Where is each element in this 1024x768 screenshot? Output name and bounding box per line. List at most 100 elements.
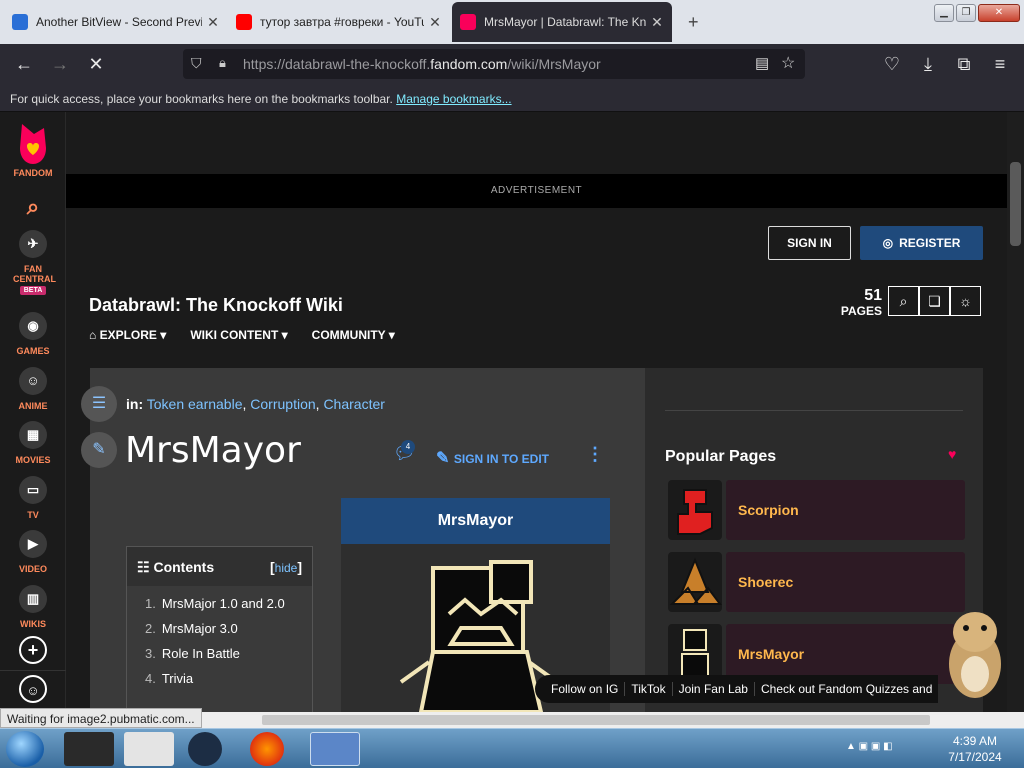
close-tab-icon[interactable]: ✕ — [206, 14, 220, 31]
menu-icon[interactable]: ≡ — [988, 52, 1012, 76]
stop-loading-button[interactable]: ✕ — [84, 52, 108, 76]
user-circle-icon: ◎ — [882, 236, 894, 250]
vertical-scrollbar[interactable] — [1007, 112, 1024, 712]
media-player-icon[interactable] — [124, 732, 174, 766]
category-link[interactable]: Corruption — [250, 396, 315, 412]
back-button[interactable]: ← — [12, 52, 36, 76]
wiki-content-menu[interactable]: WIKI CONTENT ▾ — [190, 328, 287, 342]
toc-hide-toggle[interactable]: [hide] — [270, 559, 302, 576]
play-icon: ▶ — [19, 530, 47, 558]
sidebar-item-label: FAN CENTRAL — [13, 264, 56, 284]
anime-face-icon: ☺ — [19, 367, 47, 395]
advertisement-banner: ADVERTISEMENT — [66, 174, 1007, 208]
maximize-button[interactable]: ❐ — [956, 4, 976, 22]
system-clock[interactable]: 4:39 AM 7/17/2024 — [940, 733, 1010, 765]
downloads-icon[interactable]: ⤓ — [916, 52, 940, 76]
fandom-home-link[interactable]: FANDOM — [0, 122, 66, 178]
lock-icon[interactable]: 🔒︎ — [219, 55, 226, 71]
scrollbar-thumb[interactable] — [262, 715, 930, 725]
close-window-button[interactable]: ✕ — [978, 4, 1020, 22]
toc-item[interactable]: 1. MrsMajor 1.0 and 2.0 — [145, 596, 312, 611]
comments-button[interactable]: 💬︎ 4 — [393, 440, 416, 464]
hide-link[interactable]: hide — [275, 561, 298, 575]
sidebar-item-fan-central[interactable]: ✈ FAN CENTRAL BETA — [0, 230, 66, 295]
tiktok-link[interactable]: TikTok — [625, 682, 673, 696]
pocket-icon[interactable]: ♡ — [880, 52, 904, 76]
taskbar-app-icon[interactable] — [64, 732, 114, 766]
theme-toggle-icon[interactable]: ☼ — [950, 286, 981, 316]
taskbar-app-icon[interactable] — [310, 732, 360, 766]
toc-item[interactable]: 2. MrsMajor 3.0 — [145, 621, 312, 636]
sidebar-item-games[interactable]: ◉ GAMES — [0, 312, 66, 356]
tab-strip: Another BitView - Second Previ ✕ тутор з… — [0, 0, 1024, 44]
comment-count-badge: 4 — [401, 440, 415, 454]
fandom-favicon-icon — [460, 14, 476, 30]
shield-icon[interactable]: ⛉ — [191, 55, 202, 72]
url-text[interactable]: https://databrawl-the-knockoff.fandom.co… — [243, 56, 601, 72]
create-wiki-button[interactable]: + — [0, 636, 66, 670]
sidebar-item-label: TV — [27, 510, 39, 520]
close-tab-icon[interactable]: ✕ — [650, 14, 664, 31]
page-count-number: 51 — [864, 287, 882, 304]
extensions-icon[interactable]: ⧉ — [952, 52, 976, 76]
sidebar-item-tv[interactable]: ▭ TV — [0, 476, 66, 520]
follow-ig-link[interactable]: Follow on IG — [545, 682, 626, 696]
address-bar[interactable]: ⛉ 🔒︎ https://databrawl-the-knockoff.fand… — [183, 49, 805, 79]
forward-button[interactable]: → — [48, 52, 72, 76]
sidebar-item-wikis[interactable]: ▥ WIKIS — [0, 585, 66, 629]
book-icon: ▥ — [19, 585, 47, 613]
edit-pencil-icon[interactable]: ✎ — [81, 432, 117, 468]
rail-divider — [665, 410, 963, 411]
reader-view-icon[interactable]: ▤ — [755, 54, 769, 72]
join-fan-lab-link[interactable]: Join Fan Lab — [673, 682, 755, 696]
sidebar-item-movies[interactable]: ▦ MOVIES — [0, 421, 66, 465]
plus-circle-icon: + — [19, 636, 47, 664]
table-of-contents-icon[interactable]: ☰ — [81, 386, 117, 422]
fandom-label: FANDOM — [13, 168, 53, 178]
tab-title: тутор завтра #говреки - YouTu — [260, 15, 424, 29]
sign-in-to-edit-button[interactable]: ✎ SIGN IN TO EDIT — [436, 448, 549, 468]
fandom-global-nav: FANDOM ⌕ ✈ FAN CENTRAL BETA ◉ GAMES ☺ AN… — [0, 112, 66, 712]
scorpion-image — [677, 489, 713, 535]
wiki-name[interactable]: Databrawl: The Knockoff Wiki — [89, 295, 343, 316]
start-button[interactable] — [6, 731, 44, 767]
popular-page-item[interactable]: Shoerec — [668, 552, 965, 612]
plus-icon: + — [688, 11, 699, 32]
infobox-title: MrsMayor — [341, 498, 610, 544]
sidebar-item-label: ANIME — [18, 401, 48, 411]
user-account-button[interactable]: ☺ — [0, 670, 66, 709]
community-menu[interactable]: COMMUNITY ▾ — [312, 328, 395, 342]
sidebar-item-video[interactable]: ▶ VIDEO — [0, 530, 66, 574]
sign-in-button[interactable]: SIGN IN — [768, 226, 851, 260]
register-button[interactable]: ◎ REGISTER — [860, 226, 983, 260]
popular-page-item[interactable]: Scorpion — [668, 480, 965, 540]
search-icon[interactable]: ⌕ — [888, 286, 919, 316]
sidebar-item-anime[interactable]: ☺ ANIME — [0, 367, 66, 411]
minimize-button[interactable]: ▁ — [934, 4, 954, 22]
toc-item[interactable]: 3. Role In Battle — [145, 646, 312, 661]
more-options-icon[interactable]: ⋮ — [586, 444, 604, 465]
scrollbar-thumb[interactable] — [1010, 162, 1021, 246]
browser-tab-bitview[interactable]: Another BitView - Second Previ ✕ — [4, 2, 228, 42]
taskbar-app-icon[interactable] — [188, 732, 222, 766]
explore-icon: ⌂ — [89, 328, 100, 342]
header-tools: ⌕ ❏ ☼ — [888, 286, 981, 316]
system-tray[interactable]: ▲ ▣ ▣ ◧ — [846, 741, 893, 752]
browser-tab-fandom[interactable]: MrsMayor | Databrawl: The Knoc ✕ — [452, 2, 672, 42]
windows-taskbar: ▲ ▣ ▣ ◧ 4:39 AM 7/17/2024 — [0, 728, 1024, 768]
close-tab-icon[interactable]: ✕ — [428, 14, 442, 31]
manage-bookmarks-link[interactable]: Manage bookmarks... — [396, 92, 511, 106]
discussions-icon[interactable]: ❏ — [919, 286, 950, 316]
category-link[interactable]: Token earnable — [147, 396, 243, 412]
fandom-quizzes-link[interactable]: Check out Fandom Quizzes and — [755, 682, 938, 696]
explore-menu[interactable]: ⌂ EXPLORE ▾ — [89, 328, 166, 342]
toc-item[interactable]: 4. Trivia — [145, 671, 312, 686]
firefox-icon[interactable] — [250, 732, 284, 766]
new-tab-button[interactable]: + — [680, 2, 710, 42]
search-icon[interactable]: ⌕ — [0, 194, 66, 220]
browser-tab-youtube[interactable]: тутор завтра #говреки - YouTu ✕ — [228, 2, 450, 42]
bookmark-star-icon[interactable]: ☆ — [781, 53, 795, 73]
fandom-logo-icon — [20, 124, 46, 164]
scorpion-thumbnail — [668, 480, 722, 540]
category-link[interactable]: Character — [323, 396, 384, 412]
